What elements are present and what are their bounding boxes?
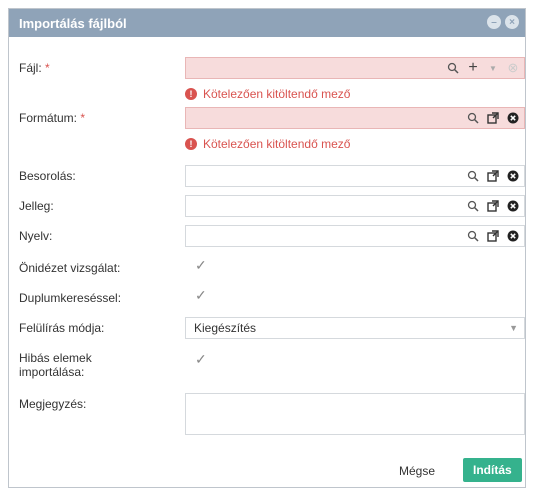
import-dialog: Importálás fájlból – × Fájl: * + ▼ ⊗ ! K… <box>8 8 526 488</box>
file-label: Fájl: * <box>19 61 50 75</box>
selfcheck-row: Önidézet vizsgálat: ✓ <box>19 257 519 279</box>
chevron-down-icon[interactable]: ▼ <box>509 318 518 338</box>
remove-icon[interactable] <box>506 169 520 183</box>
titlebar-buttons: – × <box>487 15 519 29</box>
open-window-icon[interactable] <box>486 199 500 213</box>
overwrite-select[interactable]: Kiegészítés ▼ <box>185 317 525 339</box>
format-error: ! Kötelezően kitöltendő mező <box>185 137 350 151</box>
notes-row: Megjegyzés: <box>19 393 525 437</box>
nature-input[interactable] <box>185 195 525 217</box>
selfcheck-label: Önidézet vizsgálat: <box>19 261 121 275</box>
duplicate-label: Duplumkereséssel: <box>19 291 122 305</box>
language-row: Nyelv: <box>19 225 525 249</box>
file-error: ! Kötelezően kitöltendő mező <box>185 87 350 101</box>
nature-label: Jelleg: <box>19 199 54 213</box>
nature-row: Jelleg: <box>19 195 525 219</box>
language-input[interactable] <box>185 225 525 247</box>
error-icon: ! <box>185 88 197 100</box>
remove-icon[interactable] <box>506 111 520 125</box>
classification-input[interactable] <box>185 165 525 187</box>
faulty-checkbox[interactable]: ✓ <box>195 351 207 368</box>
dialog-titlebar: Importálás fájlból – × <box>9 9 525 37</box>
format-row: Formátum: * ! Kötelezően kitöltendő mező <box>19 107 525 167</box>
format-input[interactable] <box>185 107 525 129</box>
faulty-row: Hibás elemek importálása: ✓ <box>19 349 519 385</box>
search-icon[interactable] <box>466 229 480 243</box>
open-window-icon[interactable] <box>486 229 500 243</box>
add-icon[interactable]: + <box>466 59 480 76</box>
remove-icon[interactable] <box>506 199 520 213</box>
start-button[interactable]: Indítás <box>463 458 522 482</box>
error-icon: ! <box>185 138 197 150</box>
duplicate-row: Duplumkereséssel: ✓ <box>19 287 519 309</box>
faulty-label: Hibás elemek importálása: <box>19 351 92 379</box>
overwrite-label: Felülírás módja: <box>19 321 105 335</box>
search-icon[interactable] <box>446 61 460 75</box>
notes-label: Megjegyzés: <box>19 397 87 411</box>
cancel-button[interactable]: Mégse <box>389 459 446 483</box>
minimize-icon[interactable]: – <box>487 15 501 29</box>
classification-row: Besorolás: <box>19 165 525 189</box>
selfcheck-checkbox[interactable]: ✓ <box>195 257 207 274</box>
overwrite-row: Felülírás módja: Kiegészítés ▼ <box>19 317 525 341</box>
open-window-icon[interactable] <box>486 111 500 125</box>
overwrite-value: Kiegészítés <box>194 321 257 335</box>
search-icon[interactable] <box>466 199 480 213</box>
format-label: Formátum: * <box>19 111 86 125</box>
search-icon[interactable] <box>466 169 480 183</box>
remove-icon[interactable] <box>506 229 520 243</box>
clear-icon[interactable]: ⊗ <box>506 60 520 75</box>
open-window-icon[interactable] <box>486 169 500 183</box>
duplicate-checkbox[interactable]: ✓ <box>195 287 207 304</box>
dialog-title: Importálás fájlból <box>19 15 127 31</box>
chevron-down-icon[interactable]: ▼ <box>486 61 500 75</box>
classification-label: Besorolás: <box>19 169 76 183</box>
close-icon[interactable]: × <box>505 15 519 29</box>
language-label: Nyelv: <box>19 229 53 243</box>
notes-textarea[interactable] <box>185 393 525 435</box>
search-icon[interactable] <box>466 111 480 125</box>
file-input[interactable]: + ▼ ⊗ <box>185 57 525 79</box>
